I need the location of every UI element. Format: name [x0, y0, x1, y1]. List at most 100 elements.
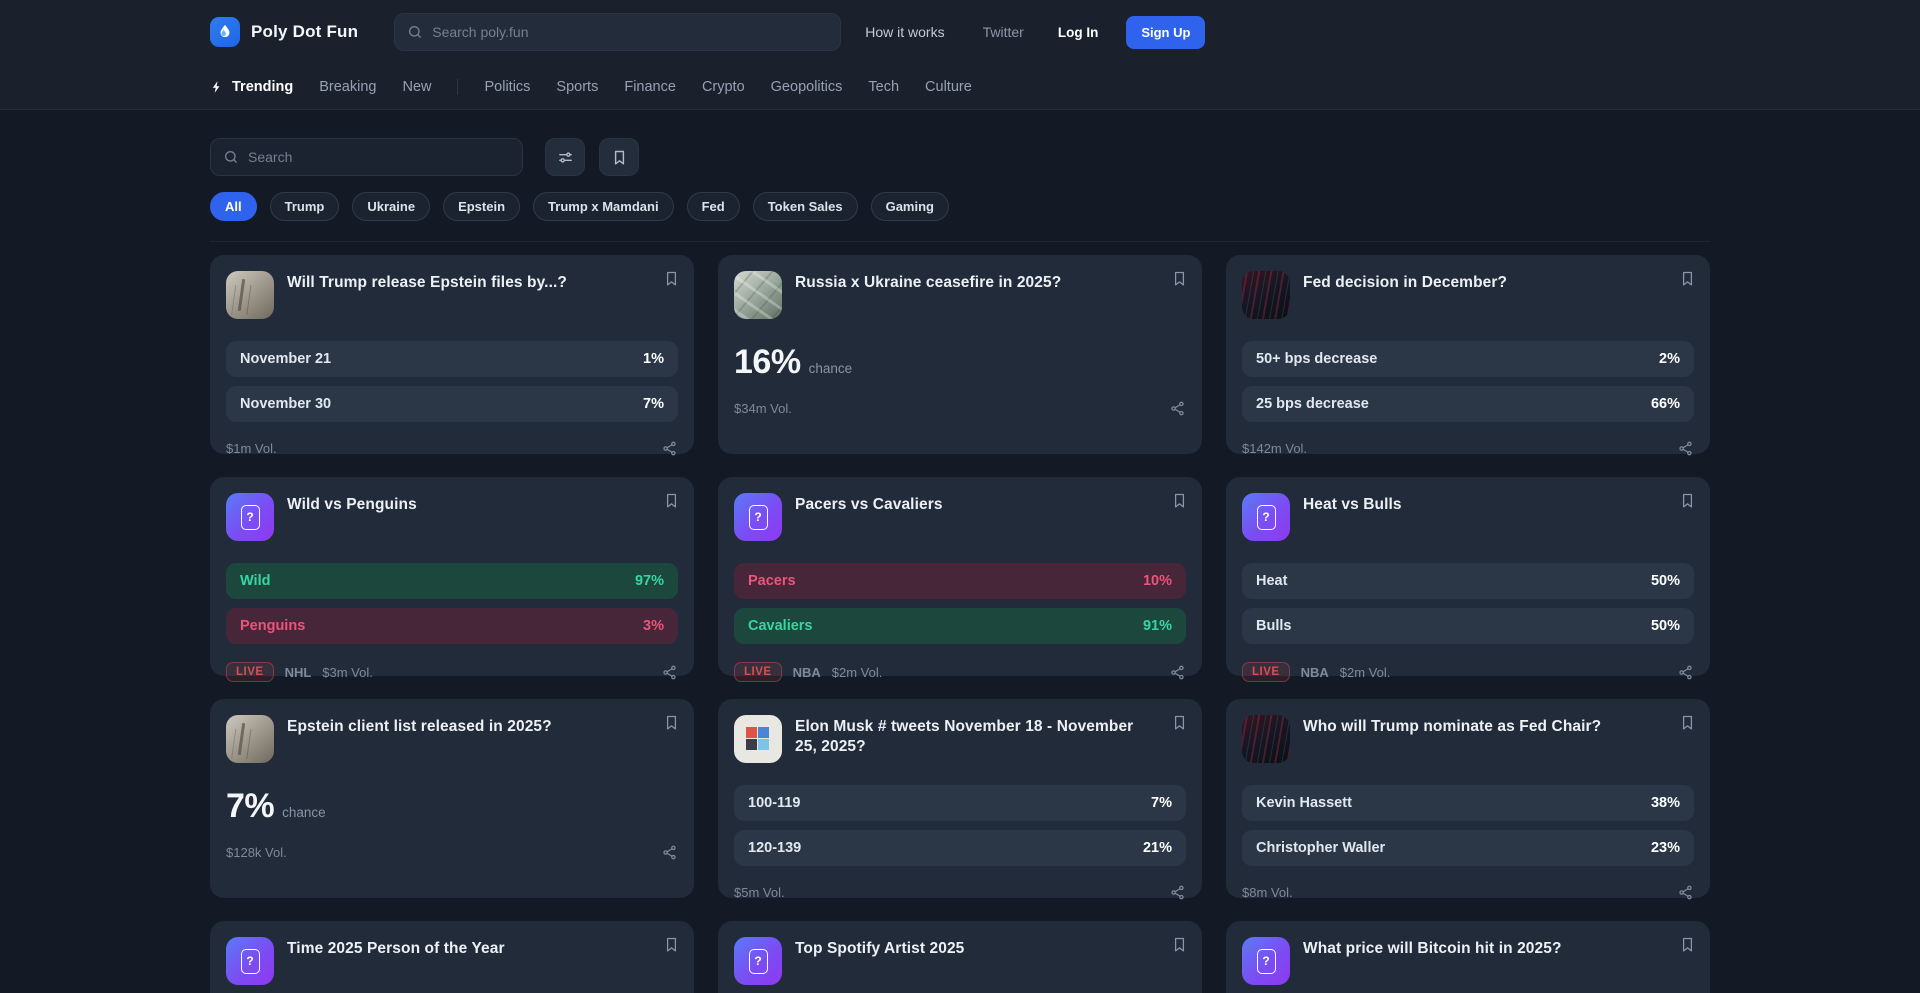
market-option[interactable]: 25 bps decrease66% — [1242, 386, 1694, 422]
bookmark-icon[interactable] — [663, 935, 680, 954]
option-value: 7% — [643, 396, 664, 412]
market-option[interactable]: Penguins3% — [226, 608, 678, 644]
market-option[interactable]: Heat50% — [1242, 563, 1694, 599]
market-card[interactable]: ? Time 2025 Person of the Year — [210, 921, 694, 993]
tab-politics[interactable]: Politics — [484, 79, 530, 95]
tab-crypto[interactable]: Crypto — [702, 79, 745, 95]
option-value: 91% — [1143, 618, 1172, 634]
market-card[interactable]: ? Wild vs Penguins Wild97%Penguins3% LIV… — [210, 477, 694, 676]
outcome-options: Kevin Hassett38% Christopher Waller23% — [1242, 785, 1694, 866]
bookmark-icon[interactable] — [663, 269, 680, 288]
market-card[interactable]: ? Heat vs Bulls Heat50%Bulls50% LIVE NBA… — [1226, 477, 1710, 676]
market-card[interactable]: ? Russia x Ukraine ceasefire in 2025? 16… — [718, 255, 1202, 454]
bookmark-icon[interactable] — [1171, 935, 1188, 954]
option-value: 66% — [1651, 396, 1680, 412]
share-icon[interactable] — [1169, 664, 1186, 681]
bookmark-icon[interactable] — [1679, 713, 1696, 732]
share-icon[interactable] — [1677, 440, 1694, 457]
bookmark-icon[interactable] — [1171, 713, 1188, 732]
market-card[interactable]: ? Fed decision in December? 50+ bps decr… — [1226, 255, 1710, 454]
bookmark-icon[interactable] — [1679, 491, 1696, 510]
share-icon[interactable] — [1677, 884, 1694, 901]
market-card[interactable]: ? Pacers vs Cavaliers Pacers10%Cavaliers… — [718, 477, 1202, 676]
chip-gaming[interactable]: Gaming — [871, 192, 949, 221]
option-label: Penguins — [240, 618, 305, 634]
bookmark-icon[interactable] — [663, 491, 680, 510]
option-value: 97% — [635, 573, 664, 589]
chip-ukraine[interactable]: Ukraine — [352, 192, 430, 221]
share-icon[interactable] — [1169, 884, 1186, 901]
chip-trump[interactable]: Trump — [270, 192, 340, 221]
tab-culture[interactable]: Culture — [925, 79, 972, 95]
sliders-icon — [557, 149, 574, 166]
bookmark-icon[interactable] — [1679, 935, 1696, 954]
volume-label: $2m Vol. — [832, 665, 883, 680]
market-card[interactable]: ? Will Trump release Epstein files by...… — [210, 255, 694, 454]
chance-label: chance — [809, 361, 853, 376]
market-option[interactable]: Kevin Hassett38% — [1242, 785, 1694, 821]
chance-display: 16% chance — [734, 343, 1186, 382]
how-it-works-link[interactable]: How it works — [865, 24, 944, 40]
header-search-input[interactable] — [432, 24, 828, 40]
option-label: 100-119 — [748, 795, 800, 811]
saved-markets-button[interactable] — [599, 138, 639, 176]
market-option[interactable]: 100-1197% — [734, 785, 1186, 821]
bookmark-icon[interactable] — [1679, 269, 1696, 288]
market-option[interactable]: Pacers10% — [734, 563, 1186, 599]
share-icon[interactable] — [1677, 664, 1694, 681]
market-option[interactable]: November 211% — [226, 341, 678, 377]
market-option[interactable]: Cavaliers91% — [734, 608, 1186, 644]
tab-geopolitics[interactable]: Geopolitics — [771, 79, 843, 95]
chip-token-sales[interactable]: Token Sales — [753, 192, 858, 221]
log-in-button[interactable]: Log In — [1058, 25, 1099, 40]
sign-up-button[interactable]: Sign Up — [1126, 16, 1205, 49]
bookmark-icon[interactable] — [1171, 491, 1188, 510]
share-icon[interactable] — [1169, 400, 1186, 417]
market-option[interactable]: 120-13921% — [734, 830, 1186, 866]
header-search[interactable] — [394, 13, 841, 51]
tab-trending-label: Trending — [232, 79, 293, 95]
twitter-link[interactable]: Twitter — [983, 24, 1024, 40]
chip-epstein[interactable]: Epstein — [443, 192, 520, 221]
tab-sports[interactable]: Sports — [556, 79, 598, 95]
chip-fed[interactable]: Fed — [687, 192, 740, 221]
market-card[interactable]: ? Elon Musk # tweets November 18 - Novem… — [718, 699, 1202, 898]
market-search[interactable] — [210, 138, 523, 176]
share-icon[interactable] — [661, 664, 678, 681]
market-option[interactable]: Christopher Waller23% — [1242, 830, 1694, 866]
league-label: NBA — [1301, 665, 1329, 680]
outcome-options: 50+ bps decrease2% 25 bps decrease66% — [1242, 341, 1694, 422]
market-card[interactable]: ? Who will Trump nominate as Fed Chair? … — [1226, 699, 1710, 898]
market-title: Will Trump release Epstein files by...? — [287, 273, 648, 293]
tab-trending[interactable]: Trending — [210, 79, 293, 95]
volume-label: $34m Vol. — [734, 401, 792, 416]
market-option[interactable]: November 307% — [226, 386, 678, 422]
market-card[interactable]: ? Top Spotify Artist 2025 — [718, 921, 1202, 993]
filter-settings-button[interactable] — [545, 138, 585, 176]
market-option[interactable]: Wild97% — [226, 563, 678, 599]
card-header: ? Time 2025 Person of the Year — [226, 937, 678, 985]
brand-logo-icon[interactable] — [210, 17, 240, 47]
tab-finance[interactable]: Finance — [624, 79, 676, 95]
market-title: Russia x Ukraine ceasefire in 2025? — [795, 273, 1156, 293]
share-icon[interactable] — [661, 440, 678, 457]
market-card[interactable]: ? What price will Bitcoin hit in 2025? — [1226, 921, 1710, 993]
chip-trump-x-mamdani[interactable]: Trump x Mamdani — [533, 192, 674, 221]
market-card[interactable]: ? Epstein client list released in 2025? … — [210, 699, 694, 898]
brand-name[interactable]: Poly Dot Fun — [251, 22, 358, 42]
bookmark-icon[interactable] — [663, 713, 680, 732]
tab-new[interactable]: New — [402, 79, 431, 95]
tab-tech[interactable]: Tech — [868, 79, 899, 95]
search-icon — [407, 24, 423, 40]
tab-breaking[interactable]: Breaking — [319, 79, 376, 95]
market-option[interactable]: 50+ bps decrease2% — [1242, 341, 1694, 377]
market-search-input[interactable] — [248, 149, 510, 165]
market-option[interactable]: Bulls50% — [1242, 608, 1694, 644]
question-mark-glyph: ? — [1257, 949, 1276, 974]
bookmark-icon[interactable] — [1171, 269, 1188, 288]
chance-label: chance — [282, 805, 326, 820]
share-icon[interactable] — [661, 844, 678, 861]
chip-all[interactable]: All — [210, 192, 257, 221]
market-thumbnail: ? — [734, 493, 782, 541]
market-title: Elon Musk # tweets November 18 - Novembe… — [795, 717, 1156, 757]
